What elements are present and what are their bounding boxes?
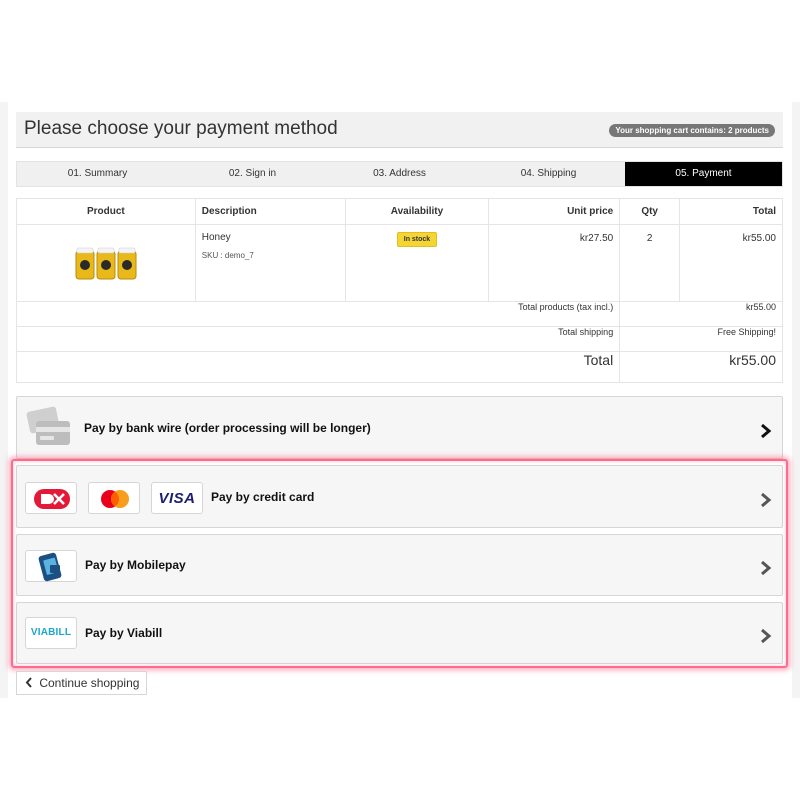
chevron-right-icon	[760, 492, 772, 513]
col-header-product: Product	[16, 198, 196, 225]
total-products-row: Total products (tax incl.) kr55.00	[15, 301, 783, 327]
chevron-right-icon	[760, 628, 772, 649]
credit-card-label: Pay by credit card	[211, 490, 315, 504]
mobilepay-icon	[25, 550, 77, 582]
pay-by-viabill-option[interactable]: VIABILL Pay by Viabill	[16, 602, 783, 664]
step-summary[interactable]: 01. Summary	[17, 162, 178, 186]
line-total-cell: kr55.00	[679, 224, 783, 302]
viabill-logo-text: VIABILL	[30, 627, 72, 638]
product-image-cell	[16, 224, 196, 302]
dankort-icon	[25, 482, 77, 514]
page-heading: Please choose your payment method Your s…	[16, 112, 783, 148]
cart-count-badge: Your shopping cart contains: 2 products	[609, 124, 775, 137]
product-name[interactable]: Honey	[202, 232, 339, 243]
total-products-value: kr55.00	[619, 301, 783, 327]
step-payment: 05. Payment	[625, 162, 782, 186]
col-header-availability: Availability	[344, 198, 490, 225]
quantity-cell: 2	[619, 224, 681, 302]
visa-logo-text: VISA	[158, 490, 196, 507]
chevron-right-icon	[760, 423, 772, 444]
pay-by-mobilepay-option[interactable]: Pay by Mobilepay	[16, 534, 783, 596]
grand-total-label: Total	[15, 351, 621, 383]
bankwire-label: Pay by bank wire (order processing will …	[84, 421, 371, 435]
step-shipping[interactable]: 04. Shipping	[472, 162, 625, 186]
continue-shopping-button[interactable]: Continue shopping	[16, 671, 147, 695]
honey-jars-image[interactable]	[74, 247, 138, 284]
total-shipping-row: Total shipping Free Shipping!	[15, 326, 783, 352]
availability-cell: In stock	[344, 224, 490, 302]
mobilepay-label: Pay by Mobilepay	[85, 558, 186, 572]
col-header-unit-price: Unit price	[488, 198, 621, 225]
page-title: Please choose your payment method	[24, 118, 338, 139]
chevron-right-icon	[760, 560, 772, 581]
pay-by-credit-card-option[interactable]: VISA Pay by credit card	[16, 465, 783, 528]
chevron-left-icon	[25, 676, 39, 690]
total-shipping-value: Free Shipping!	[619, 326, 783, 352]
checkout-steps: 01. Summary 02. Sign in 03. Address 04. …	[16, 161, 783, 187]
table-header-row: Product Description Availability Unit pr…	[16, 198, 783, 225]
mastercard-icon	[88, 482, 140, 514]
col-header-qty: Qty	[619, 198, 681, 225]
continue-shopping-label: Continue shopping	[39, 676, 140, 690]
grand-total-value: kr55.00	[619, 351, 783, 383]
viabill-label: Pay by Viabill	[85, 626, 163, 640]
step-sign-in[interactable]: 02. Sign in	[178, 162, 327, 186]
total-products-label: Total products (tax incl.)	[15, 301, 621, 327]
visa-icon: VISA	[151, 482, 203, 514]
unit-price-cell: kr27.50	[488, 224, 621, 302]
in-stock-badge: In stock	[396, 232, 438, 247]
viabill-icon: VIABILL	[25, 617, 77, 649]
product-description-cell: Honey SKU : demo_7	[194, 224, 346, 302]
step-address[interactable]: 03. Address	[327, 162, 472, 186]
total-shipping-label: Total shipping	[15, 326, 621, 352]
grand-total-row: Total kr55.00	[15, 351, 783, 383]
table-row: Honey SKU : demo_7 In stock kr27.50 2 kr…	[16, 224, 783, 302]
cart-table: Product Description Availability Unit pr…	[15, 198, 783, 383]
product-sku: SKU : demo_7	[201, 251, 254, 260]
col-header-total: Total	[679, 198, 783, 225]
col-header-description: Description	[194, 198, 346, 225]
pay-by-bankwire-option[interactable]: Pay by bank wire (order processing will …	[16, 396, 783, 459]
bank-wire-icon	[26, 405, 72, 454]
